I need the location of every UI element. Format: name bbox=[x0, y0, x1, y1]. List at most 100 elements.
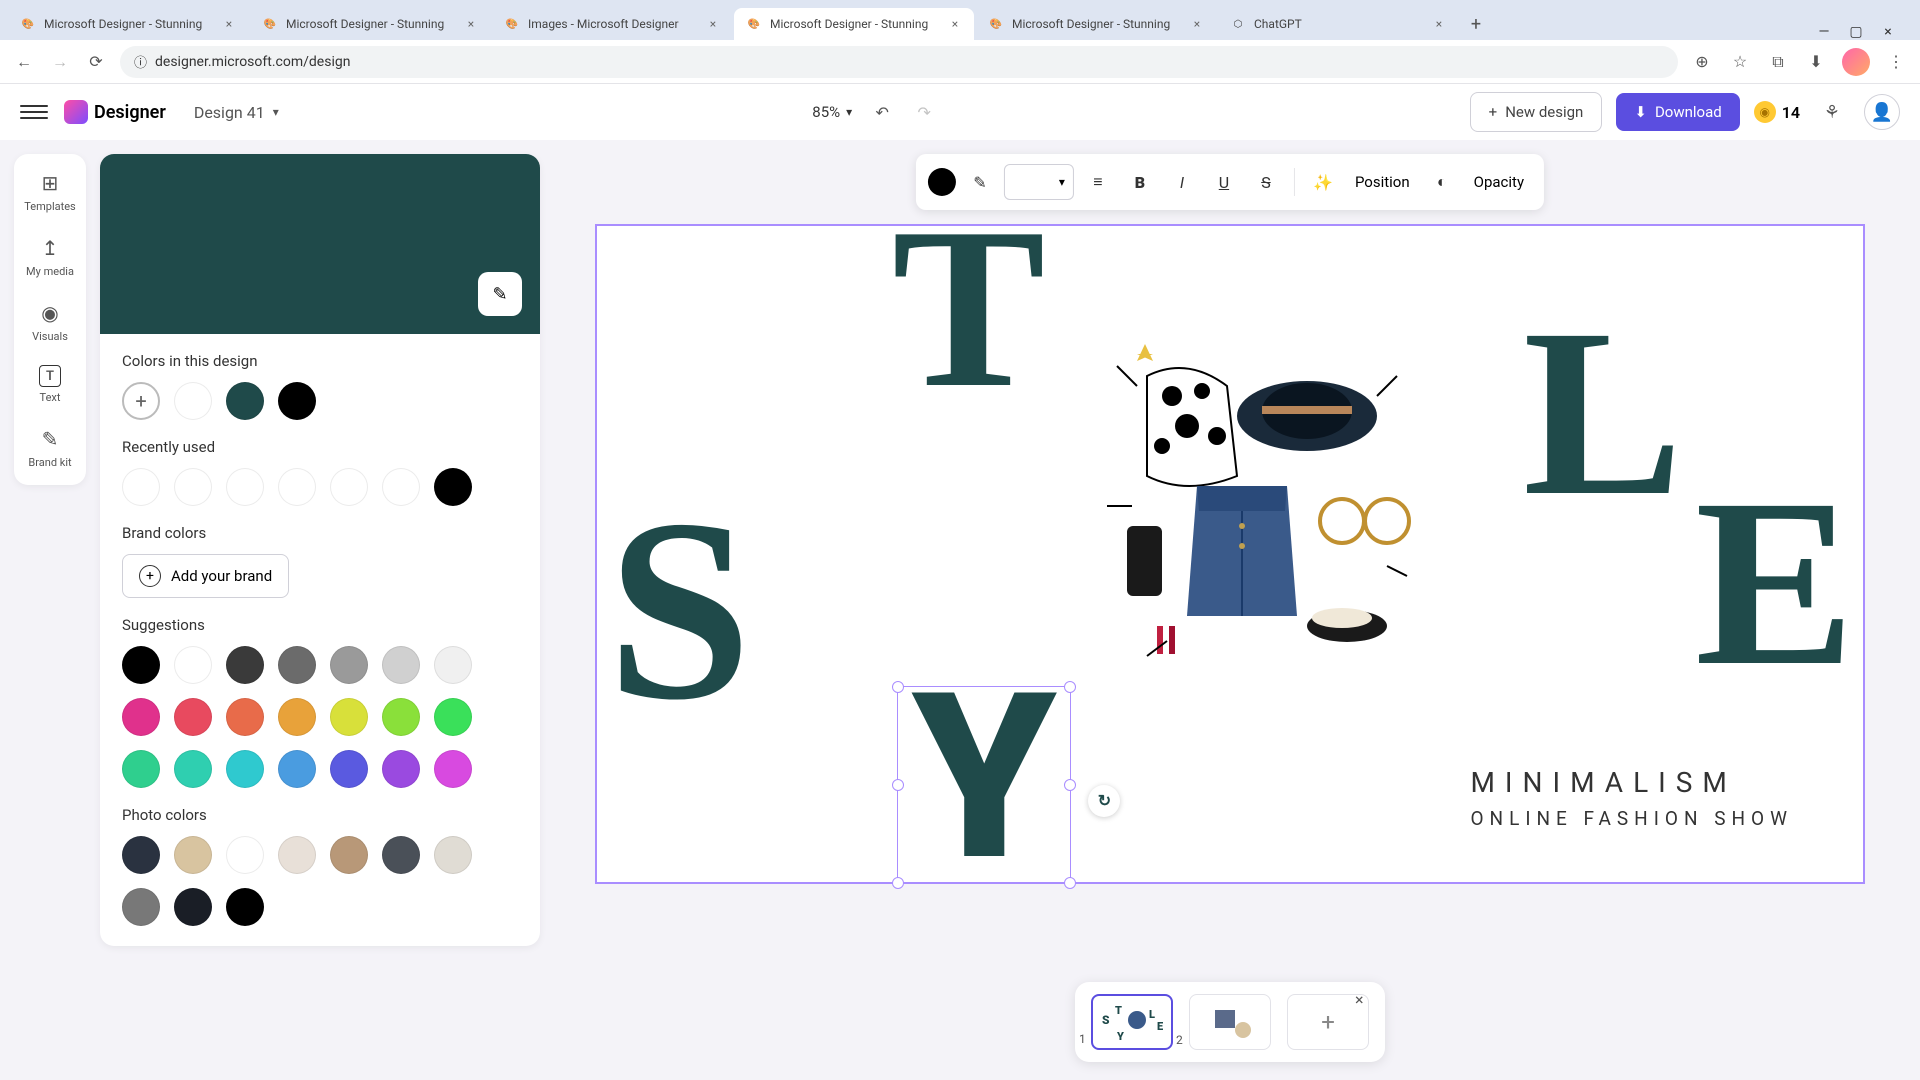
align-icon[interactable]: ≡ bbox=[1080, 164, 1116, 200]
minimalism-text[interactable]: MINIMALISM ONLINE FASHION SHOW bbox=[1470, 766, 1793, 830]
text-nav[interactable]: TText bbox=[39, 365, 61, 404]
url-input[interactable]: ⓘ designer.microsoft.com/design bbox=[120, 46, 1678, 78]
browser-tab-active[interactable]: 🎨Microsoft Designer - Stunning× bbox=[734, 8, 974, 40]
close-icon[interactable]: × bbox=[1432, 17, 1446, 31]
color-swatch[interactable] bbox=[434, 836, 472, 874]
opacity-button[interactable]: Opacity bbox=[1466, 173, 1532, 191]
download-button[interactable]: ⬇ Download bbox=[1616, 93, 1739, 131]
extensions-icon[interactable]: ⧉ bbox=[1766, 50, 1790, 74]
add-color-button[interactable]: + bbox=[122, 382, 160, 420]
rotate-handle[interactable]: ↻ bbox=[1088, 785, 1120, 817]
browser-tab[interactable]: 🎨Microsoft Designer - Stunning× bbox=[8, 8, 248, 40]
resize-handle[interactable] bbox=[892, 681, 904, 693]
templates-nav[interactable]: ⊞Templates bbox=[24, 170, 75, 213]
color-swatch[interactable] bbox=[174, 750, 212, 788]
color-swatch[interactable] bbox=[174, 468, 212, 506]
color-swatch[interactable] bbox=[382, 646, 420, 684]
color-swatch[interactable] bbox=[174, 382, 212, 420]
install-app-icon[interactable]: ⊕ bbox=[1690, 50, 1714, 74]
color-swatch[interactable] bbox=[330, 750, 368, 788]
new-tab-button[interactable]: + bbox=[1460, 8, 1492, 40]
close-icon[interactable]: × bbox=[222, 17, 236, 31]
color-swatch[interactable] bbox=[278, 646, 316, 684]
my-media-nav[interactable]: ↥My media bbox=[26, 235, 74, 278]
resize-handle[interactable] bbox=[1064, 779, 1076, 791]
brand-kit-nav[interactable]: ✎Brand kit bbox=[28, 426, 71, 469]
color-swatch[interactable] bbox=[278, 750, 316, 788]
zoom-dropdown[interactable]: 85% ▾ bbox=[812, 103, 852, 121]
color-swatch[interactable] bbox=[434, 750, 472, 788]
color-swatch[interactable] bbox=[278, 468, 316, 506]
share-icon[interactable]: ⚘ bbox=[1814, 94, 1850, 130]
color-swatch[interactable] bbox=[122, 836, 160, 874]
color-swatch[interactable] bbox=[122, 468, 160, 506]
reload-icon[interactable]: ⟳ bbox=[84, 50, 108, 74]
color-swatch[interactable] bbox=[382, 750, 420, 788]
color-swatch[interactable] bbox=[434, 468, 472, 506]
canvas-frame[interactable]: S T Y ↻ L E bbox=[595, 224, 1865, 884]
site-info-icon[interactable]: ⓘ bbox=[134, 52, 147, 71]
underline-icon[interactable]: U bbox=[1206, 164, 1242, 200]
color-swatch[interactable] bbox=[226, 646, 264, 684]
resize-handle[interactable] bbox=[892, 779, 904, 791]
letter-e[interactable]: E bbox=[1695, 486, 1855, 678]
color-swatch[interactable] bbox=[174, 888, 212, 926]
color-swatch[interactable] bbox=[174, 646, 212, 684]
browser-tab[interactable]: 🎨Images - Microsoft Designer× bbox=[492, 8, 732, 40]
position-button[interactable]: Position bbox=[1347, 173, 1418, 191]
undo-icon[interactable]: ↶ bbox=[870, 100, 894, 124]
hamburger-icon[interactable] bbox=[20, 98, 48, 126]
letter-t[interactable]: T bbox=[892, 216, 1045, 400]
color-swatch[interactable] bbox=[174, 698, 212, 736]
italic-icon[interactable]: I bbox=[1164, 164, 1200, 200]
browser-tab[interactable]: ⬡ChatGPT× bbox=[1218, 8, 1458, 40]
color-swatch[interactable] bbox=[122, 698, 160, 736]
back-icon[interactable]: ← bbox=[12, 50, 36, 74]
color-swatch[interactable] bbox=[122, 646, 160, 684]
visuals-nav[interactable]: ◉Visuals bbox=[32, 300, 68, 343]
color-swatch[interactable] bbox=[382, 468, 420, 506]
color-swatch[interactable] bbox=[330, 836, 368, 874]
color-swatch[interactable] bbox=[382, 836, 420, 874]
page-thumbnail-2[interactable]: 2 bbox=[1189, 994, 1271, 1050]
resize-handle[interactable] bbox=[1064, 681, 1076, 693]
color-swatch[interactable] bbox=[226, 468, 264, 506]
browser-tab[interactable]: 🎨Microsoft Designer - Stunning× bbox=[976, 8, 1216, 40]
color-swatch[interactable] bbox=[330, 698, 368, 736]
color-swatch[interactable] bbox=[226, 836, 264, 874]
color-swatch[interactable] bbox=[278, 836, 316, 874]
strikethrough-icon[interactable]: S bbox=[1248, 164, 1284, 200]
color-swatch[interactable] bbox=[278, 698, 316, 736]
resize-handle[interactable] bbox=[892, 877, 904, 889]
redo-icon[interactable]: ↷ bbox=[912, 100, 936, 124]
new-design-button[interactable]: + New design bbox=[1470, 92, 1603, 132]
close-icon[interactable]: × bbox=[706, 17, 720, 31]
close-icon[interactable]: × bbox=[464, 17, 478, 31]
letter-s[interactable]: S bbox=[607, 506, 752, 714]
close-thumbnails-icon[interactable]: × bbox=[1355, 990, 1377, 1012]
eyedropper-button[interactable]: ✎ bbox=[478, 272, 522, 316]
account-icon[interactable]: 👤 bbox=[1864, 94, 1900, 130]
maximize-icon[interactable]: ▢ bbox=[1848, 24, 1864, 40]
color-swatch[interactable] bbox=[382, 698, 420, 736]
color-swatch[interactable] bbox=[174, 836, 212, 874]
downloads-icon[interactable]: ⬇ bbox=[1804, 50, 1828, 74]
color-swatch[interactable] bbox=[122, 888, 160, 926]
opacity-icon[interactable]: ◐ bbox=[1424, 164, 1460, 200]
minimize-icon[interactable]: — bbox=[1816, 24, 1832, 40]
add-brand-button[interactable]: + Add your brand bbox=[122, 554, 289, 598]
bookmark-icon[interactable]: ☆ bbox=[1728, 50, 1752, 74]
color-swatch[interactable] bbox=[434, 698, 472, 736]
color-swatch[interactable] bbox=[122, 750, 160, 788]
bold-icon[interactable]: B bbox=[1122, 164, 1158, 200]
letter-l[interactable]: L bbox=[1523, 316, 1683, 508]
color-swatch[interactable] bbox=[330, 646, 368, 684]
resize-handle[interactable] bbox=[1064, 877, 1076, 889]
page-thumbnail-1[interactable]: 1 STYLE bbox=[1091, 994, 1173, 1050]
browser-tab[interactable]: 🎨Microsoft Designer - Stunning× bbox=[250, 8, 490, 40]
menu-icon[interactable]: ⋮ bbox=[1884, 50, 1908, 74]
close-window-icon[interactable]: × bbox=[1880, 24, 1896, 40]
credits-display[interactable]: ◉ 14 bbox=[1754, 101, 1800, 123]
color-swatch[interactable] bbox=[226, 382, 264, 420]
color-swatch[interactable] bbox=[226, 698, 264, 736]
